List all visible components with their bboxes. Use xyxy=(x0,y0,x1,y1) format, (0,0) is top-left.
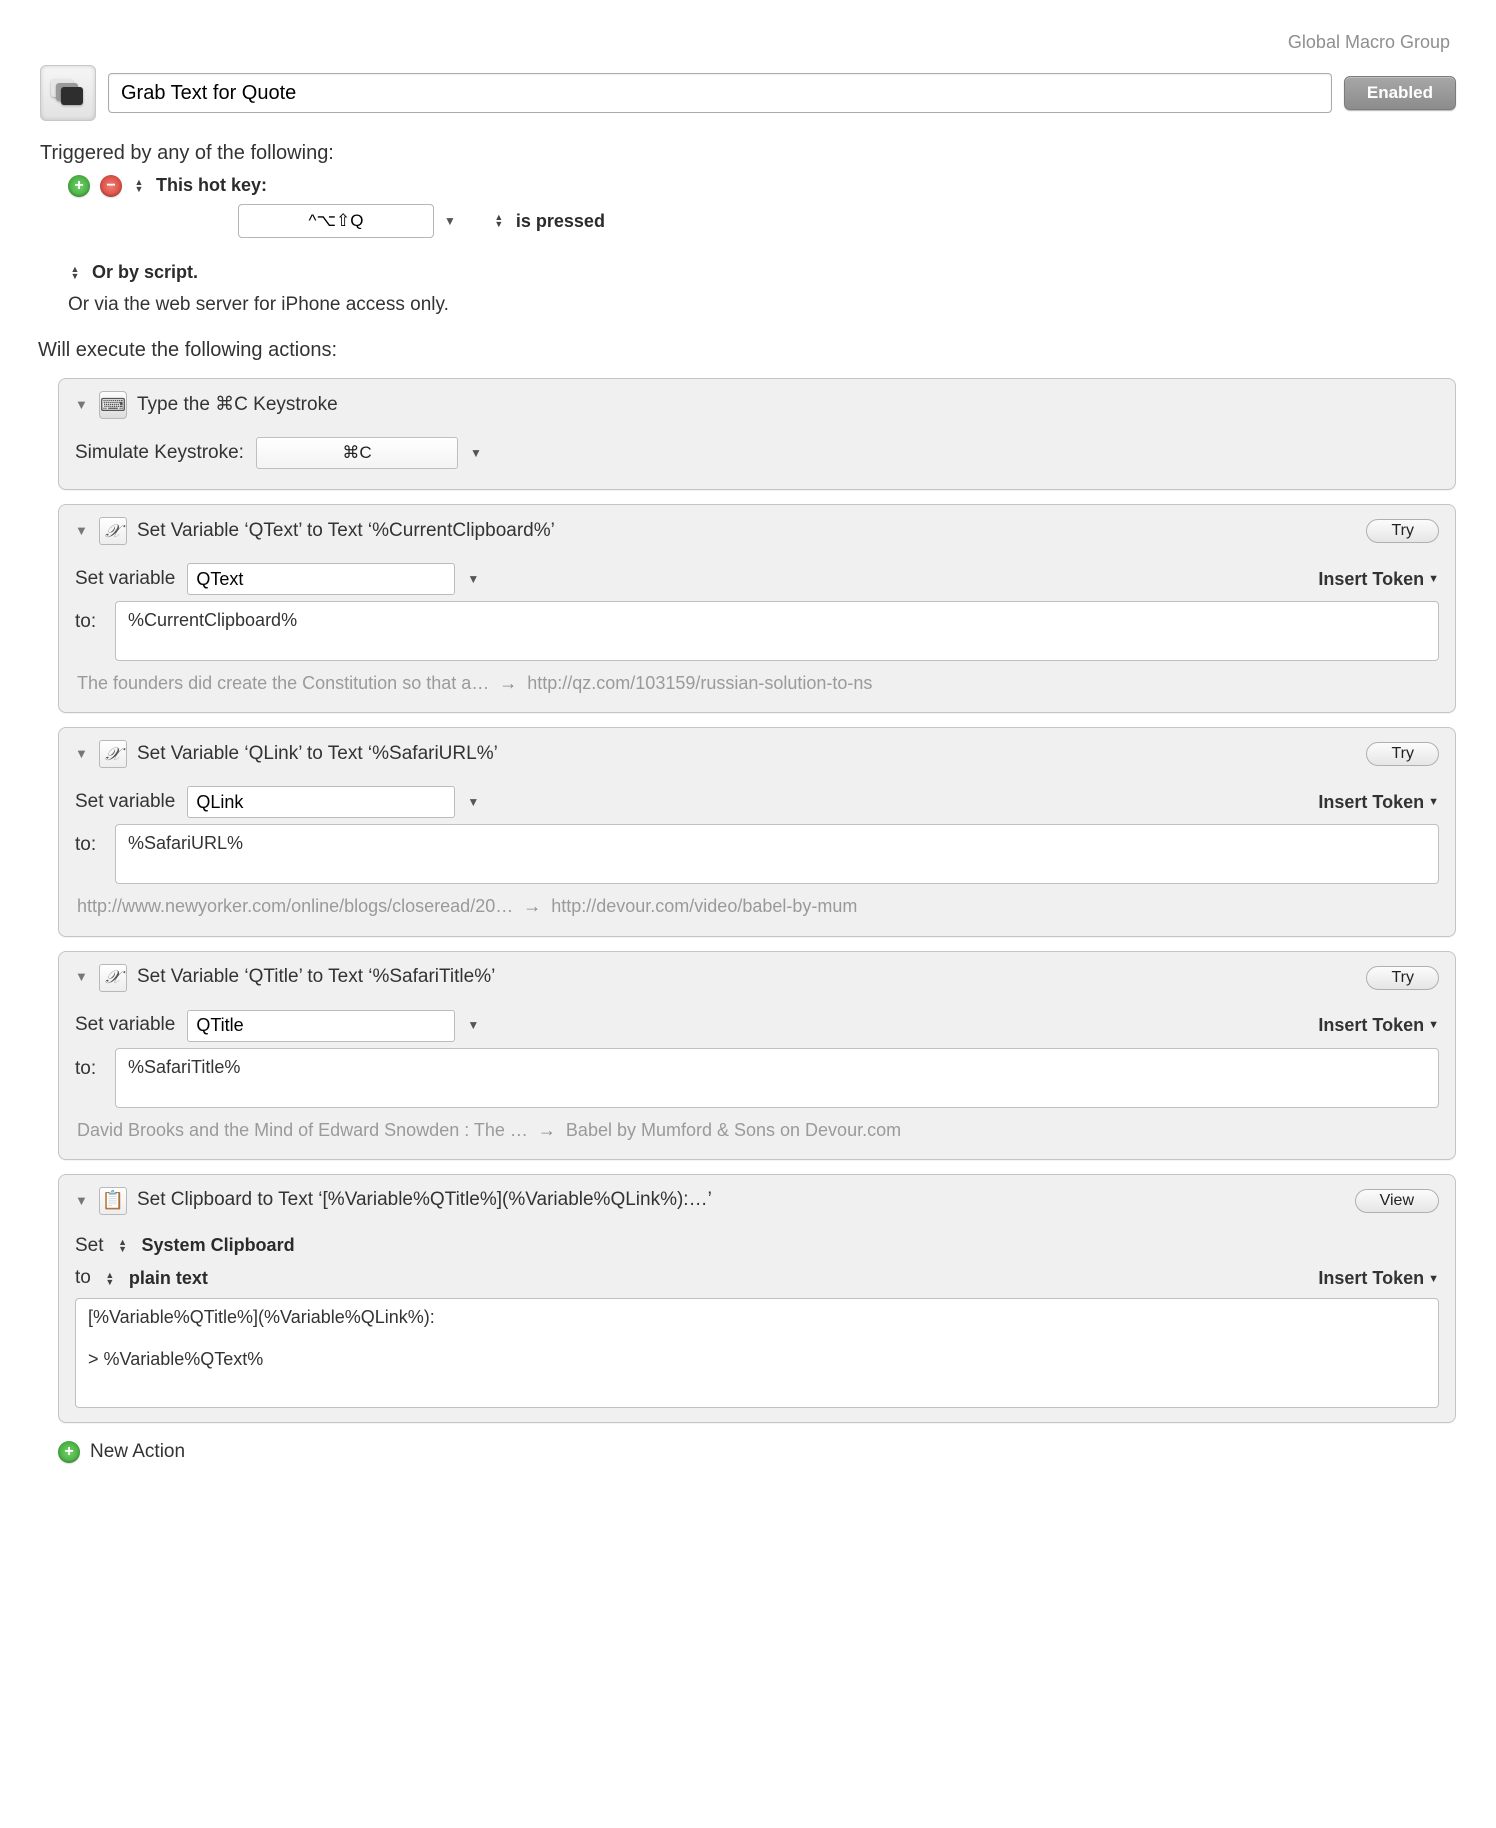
remove-trigger-button[interactable]: − xyxy=(100,175,122,197)
keystroke-dropdown-icon[interactable]: ▼ xyxy=(470,445,482,462)
action-title: Set Variable ‘QTitle’ to Text ‘%SafariTi… xyxy=(137,964,1356,991)
actions-heading: Will execute the following actions: xyxy=(38,336,1456,364)
disclosure-icon[interactable]: ▼ xyxy=(75,745,89,763)
disclosure-icon[interactable]: ▼ xyxy=(75,1192,89,1210)
macro-title-input[interactable] xyxy=(108,73,1332,113)
keystroke-field[interactable]: ⌘C xyxy=(256,437,458,469)
hotkey-mode-stepper[interactable]: ▲▼ xyxy=(492,211,506,231)
arrow-icon: → xyxy=(523,894,541,919)
try-button[interactable]: Try xyxy=(1366,966,1439,990)
action-set-clipboard[interactable]: ▼ 📋 Set Clipboard to Text ‘[%Variable%QT… xyxy=(58,1174,1456,1423)
insert-token-label: Insert Token xyxy=(1318,1268,1424,1288)
arrow-icon: → xyxy=(499,671,517,696)
action-title: Type the ⌘C Keystroke xyxy=(137,392,1439,419)
or-by-script: Or by script. xyxy=(92,260,198,285)
variable-dropdown-icon[interactable]: ▼ xyxy=(467,794,479,811)
preview-after: http://devour.com/video/babel-by-mum xyxy=(551,894,857,919)
set-label: Set xyxy=(75,1233,104,1260)
set-variable-label: Set variable xyxy=(75,566,175,593)
try-button[interactable]: Try xyxy=(1366,519,1439,543)
script-trigger-stepper[interactable]: ▲▼ xyxy=(68,263,82,283)
preview-before: http://www.newyorker.com/online/blogs/cl… xyxy=(77,894,513,919)
insert-token-label: Insert Token xyxy=(1318,792,1424,812)
format-stepper[interactable]: ▲▼ xyxy=(103,1269,117,1289)
to-text-input[interactable] xyxy=(115,601,1439,661)
action-set-variable-qtitle[interactable]: ▼ 𝒳 Set Variable ‘QTitle’ to Text ‘%Safa… xyxy=(58,951,1456,1160)
clipboard-target-stepper[interactable]: ▲▼ xyxy=(116,1236,130,1256)
insert-token-label: Insert Token xyxy=(1318,1015,1424,1035)
preview-before: David Brooks and the Mind of Edward Snow… xyxy=(77,1118,528,1143)
clipboard-text-input[interactable] xyxy=(75,1298,1439,1408)
insert-token-button[interactable]: Insert Token▼ xyxy=(1318,790,1439,815)
disclosure-icon[interactable]: ▼ xyxy=(75,968,89,986)
clipboard-icon: 📋 xyxy=(99,1187,127,1215)
variable-dropdown-icon[interactable]: ▼ xyxy=(467,1017,479,1034)
macro-icon xyxy=(40,65,96,121)
set-variable-label: Set variable xyxy=(75,1012,175,1039)
insert-token-button[interactable]: Insert Token▼ xyxy=(1318,1013,1439,1038)
disclosure-icon[interactable]: ▼ xyxy=(75,522,89,540)
action-title: Set Clipboard to Text ‘[%Variable%QTitle… xyxy=(137,1187,1345,1214)
action-title: Set Variable ‘QText’ to Text ‘%CurrentCl… xyxy=(137,518,1356,545)
web-server-note: Or via the web server for iPhone access … xyxy=(68,292,1456,319)
to-label: to xyxy=(75,1265,91,1292)
preview-after: http://qz.com/103159/russian-solution-to… xyxy=(527,671,872,696)
to-label: to: xyxy=(75,1048,103,1083)
to-text-input[interactable] xyxy=(115,1048,1439,1108)
enabled-toggle[interactable]: Enabled xyxy=(1344,76,1456,110)
arrow-icon: → xyxy=(538,1118,556,1143)
clipboard-target: System Clipboard xyxy=(142,1233,295,1258)
insert-token-label: Insert Token xyxy=(1318,569,1424,589)
group-name: Global Macro Group xyxy=(40,30,1456,55)
simulate-keystroke-label: Simulate Keystroke: xyxy=(75,440,244,467)
set-variable-label: Set variable xyxy=(75,789,175,816)
hotkey-dropdown-icon[interactable]: ▼ xyxy=(444,213,456,230)
trigger-type-stepper[interactable]: ▲▼ xyxy=(132,176,146,196)
hotkey-label: This hot key: xyxy=(156,173,267,198)
keyboard-icon: ⌨ xyxy=(99,391,127,419)
action-title: Set Variable ‘QLink’ to Text ‘%SafariURL… xyxy=(137,741,1356,768)
hotkey-input[interactable] xyxy=(238,204,434,238)
action-type-keystroke[interactable]: ▼ ⌨ Type the ⌘C Keystroke Simulate Keyst… xyxy=(58,378,1456,490)
variable-name-input[interactable] xyxy=(187,786,455,818)
format-label: plain text xyxy=(129,1266,208,1291)
variable-name-input[interactable] xyxy=(187,563,455,595)
insert-token-button[interactable]: Insert Token▼ xyxy=(1318,567,1439,592)
triggers-heading: Triggered by any of the following: xyxy=(40,139,1456,167)
preview-before: The founders did create the Constitution… xyxy=(77,671,489,696)
to-label: to: xyxy=(75,601,103,636)
variable-icon: 𝒳 xyxy=(99,517,127,545)
action-set-variable-qtext[interactable]: ▼ 𝒳 Set Variable ‘QText’ to Text ‘%Curre… xyxy=(58,504,1456,713)
try-button[interactable]: Try xyxy=(1366,742,1439,766)
add-action-button[interactable]: + xyxy=(58,1441,80,1463)
disclosure-icon[interactable]: ▼ xyxy=(75,396,89,414)
variable-name-input[interactable] xyxy=(187,1010,455,1042)
to-text-input[interactable] xyxy=(115,824,1439,884)
add-trigger-button[interactable]: + xyxy=(68,175,90,197)
insert-token-button[interactable]: Insert Token▼ xyxy=(1318,1266,1439,1291)
variable-icon: 𝒳 xyxy=(99,740,127,768)
view-button[interactable]: View xyxy=(1355,1189,1439,1213)
preview-after: Babel by Mumford & Sons on Devour.com xyxy=(566,1118,901,1143)
new-action-label: New Action xyxy=(90,1439,185,1466)
action-set-variable-qlink[interactable]: ▼ 𝒳 Set Variable ‘QLink’ to Text ‘%Safar… xyxy=(58,727,1456,936)
hotkey-mode: is pressed xyxy=(516,209,605,234)
variable-dropdown-icon[interactable]: ▼ xyxy=(467,571,479,588)
to-label: to: xyxy=(75,824,103,859)
variable-icon: 𝒳 xyxy=(99,964,127,992)
